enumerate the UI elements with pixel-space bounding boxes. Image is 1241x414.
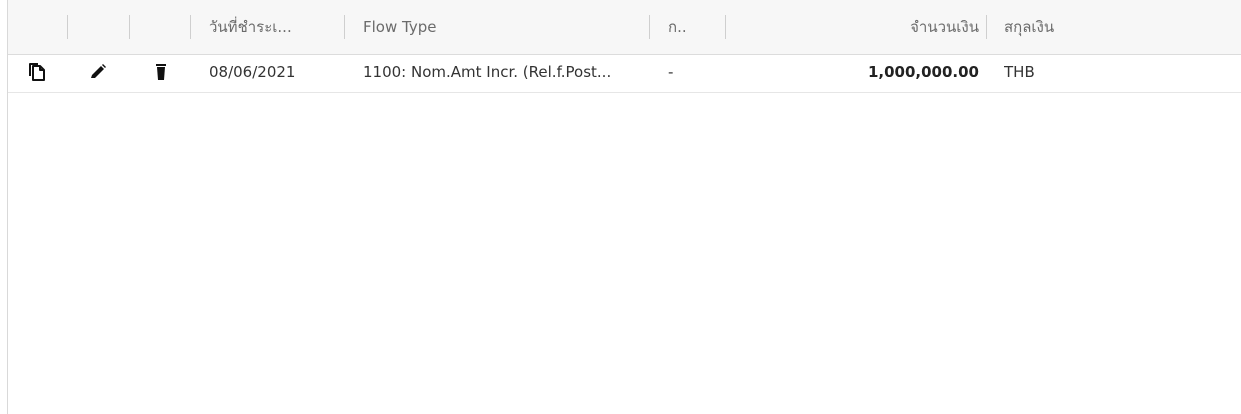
header-flow-type[interactable]: Flow Type (363, 0, 643, 55)
flow-type-cell: 1100: Nom.Amt Incr. (Rel.f.Post... (363, 63, 612, 81)
data-grid: วันที่ชำระเ... Flow Type ก.. จำนวนเงิน ส… (7, 0, 1241, 414)
short-col-cell: - (668, 63, 674, 81)
table-row[interactable]: 08/06/2021 1100: Nom.Amt Incr. (Rel.f.Po… (8, 55, 1241, 93)
column-separator[interactable] (67, 15, 68, 39)
header-amount[interactable]: จำนวนเงิน (744, 0, 979, 55)
column-separator[interactable] (344, 15, 345, 39)
currency-cell: THB (1004, 63, 1035, 81)
pencil-icon[interactable] (88, 62, 108, 82)
column-separator[interactable] (649, 15, 650, 39)
amount-cell: 1,000,000.00 (867, 63, 979, 81)
header-short-col[interactable]: ก.. (668, 0, 718, 55)
column-separator[interactable] (129, 15, 130, 39)
copy-icon[interactable] (27, 62, 47, 82)
column-separator[interactable] (986, 15, 987, 39)
header-currency[interactable]: สกุลเงิน (1004, 0, 1204, 55)
header-due-date[interactable]: วันที่ชำระเ... (209, 0, 337, 55)
trash-icon[interactable] (151, 62, 171, 82)
column-separator[interactable] (725, 15, 726, 39)
due-date-cell: 08/06/2021 (209, 63, 296, 81)
grid-header: วันที่ชำระเ... Flow Type ก.. จำนวนเงิน ส… (8, 0, 1241, 55)
column-separator[interactable] (190, 15, 191, 39)
